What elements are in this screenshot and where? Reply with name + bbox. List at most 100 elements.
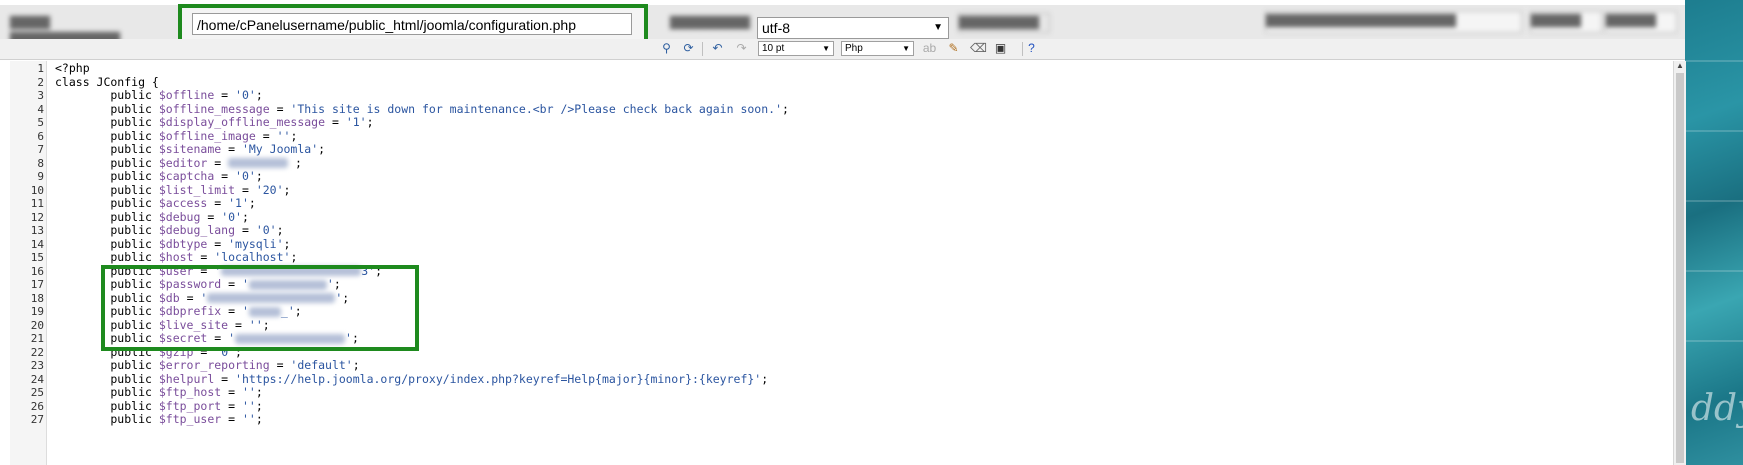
php-variable: $ftp_port — [158, 398, 222, 413]
brush-icon[interactable]: ✎ — [946, 41, 961, 56]
php-keyword: public — [55, 331, 159, 345]
php-variable: $dbtype — [158, 236, 208, 251]
php-string: 'mysqli' — [228, 236, 284, 251]
php-keyword: ; — [366, 115, 374, 129]
php-keyword: = — [207, 196, 229, 210]
php-string: '1' — [345, 115, 367, 129]
php-variable: $sitename — [158, 142, 222, 156]
save-changes-button[interactable]: ▇▇▇▇▇ — [1605, 11, 1677, 33]
encoding-select[interactable]: utf-8 ▼ — [757, 17, 949, 39]
php-variable: $user — [158, 263, 194, 278]
php-keyword: ; — [255, 412, 263, 426]
php-string: '1' — [228, 196, 249, 210]
php-variable: $editor — [158, 155, 208, 170]
php-variable: $offline — [158, 88, 215, 102]
php-keyword: ; — [290, 128, 298, 143]
php-keyword: = — [269, 101, 291, 116]
php-keyword: ; — [262, 317, 270, 332]
php-string: '0' — [235, 169, 256, 183]
chevron-down-icon: ▼ — [822, 44, 830, 53]
save-icon[interactable]: ▣ — [993, 41, 1008, 56]
php-keyword: ; — [283, 236, 291, 251]
php-keyword: public — [55, 101, 159, 116]
php-variable: $list_limit — [158, 182, 236, 197]
php-keyword: public — [55, 196, 159, 210]
php-string: '0' — [255, 223, 277, 237]
php-keyword: ; — [283, 182, 291, 197]
php-string: 'This site is down for maintenance.<br /… — [290, 101, 782, 116]
php-string: ' — [228, 331, 236, 345]
syntax-value: Php — [845, 43, 863, 54]
php-string: ' — [200, 290, 208, 305]
php-string: ' — [241, 304, 249, 318]
php-keyword: = — [207, 155, 229, 170]
file-path-field[interactable]: /home/cPanelusername/public_html/joomla/… — [192, 13, 632, 35]
php-keyword: = — [221, 398, 242, 413]
php-keyword: = — [214, 88, 236, 102]
refresh-icon[interactable]: ⟳ — [681, 41, 696, 56]
php-keyword: ; — [342, 290, 350, 305]
php-variable: $helpurl — [158, 371, 215, 386]
php-string: '' — [248, 317, 263, 332]
code-editor[interactable]: 1 <?php 2 class JConfig {3 public $offline … — [10, 61, 1673, 465]
php-keyword: ; — [255, 385, 263, 399]
php-keyword: ; — [782, 101, 789, 116]
php-variable: $ftp_host — [158, 385, 222, 399]
php-keyword: ; — [288, 155, 302, 170]
scroll-thumb[interactable] — [1676, 73, 1684, 463]
code-line[interactable]: 27 public $ftp_user = ''; — [10, 412, 1660, 427]
php-keyword: ; — [318, 142, 326, 156]
php-keyword: public — [55, 263, 159, 278]
scroll-up-icon[interactable]: ▲ — [1676, 61, 1684, 70]
php-keyword: = — [221, 412, 242, 426]
php-string: ' — [214, 263, 222, 278]
php-keyword: = — [269, 358, 291, 372]
php-keyword: = — [214, 169, 236, 183]
php-string: '0' — [221, 209, 242, 224]
php-variable: $dbprefix — [158, 304, 222, 318]
php-keyword: ; — [255, 398, 263, 413]
syntax-select[interactable]: Php ▼ — [841, 41, 914, 56]
encoding-label-blurred: ▇▇▇▇▇▇▇▇ — [670, 14, 750, 29]
binoculars-icon[interactable]: ⚲ — [659, 41, 674, 56]
php-variable: $secret — [158, 331, 208, 345]
disable-code-editor-button[interactable]: ▇▇▇▇▇▇▇▇▇▇▇▇▇▇▇▇▇▇▇ — [1265, 11, 1522, 33]
php-keyword: public — [55, 412, 159, 426]
font-size-select[interactable]: 10 pt ▼ — [758, 41, 834, 56]
help-icon[interactable]: ? — [1024, 41, 1039, 56]
php-keyword: public — [55, 169, 159, 183]
eraser-icon[interactable]: ⌫ — [970, 41, 987, 56]
php-keyword: ; — [290, 250, 298, 264]
redo-icon[interactable]: ↷ — [734, 41, 749, 56]
php-keyword: public — [55, 115, 159, 129]
undo-icon[interactable]: ↶ — [710, 41, 725, 56]
php-keyword: public — [55, 209, 159, 224]
php-variable: $access — [158, 196, 208, 210]
reopen-button-blurred[interactable]: ▇▇▇▇▇▇▇▇ — [958, 13, 1050, 33]
php-variable: $debug — [158, 209, 201, 224]
php-string: 3' — [361, 263, 376, 278]
line-number: 27 — [30, 413, 44, 426]
php-string: '0' — [214, 344, 236, 359]
php-keyword: ; — [276, 223, 284, 237]
chevron-down-icon: ▼ — [902, 44, 910, 53]
php-keyword: ; — [235, 344, 242, 359]
php-keyword: = — [235, 182, 256, 197]
php-variable: $debug_lang — [158, 223, 236, 237]
file-path-text: /home/cPanelusername/public_html/joomla/… — [197, 17, 576, 33]
redacted-value — [228, 158, 289, 168]
php-keyword: public — [55, 344, 159, 359]
background-wallpaper: ddy — [1685, 0, 1743, 465]
php-keyword: ; — [351, 331, 359, 345]
php-variable: $gzip — [158, 344, 194, 359]
font-size-value: 10 pt — [762, 43, 785, 54]
close-button[interactable]: ▇▇▇▇▇ — [1530, 11, 1602, 33]
chevron-down-icon: ▼ — [933, 22, 943, 33]
vertical-scrollbar[interactable]: ▲ — [1673, 61, 1686, 465]
spellcheck-icon[interactable]: ab — [922, 41, 937, 56]
php-string: '' — [241, 398, 256, 413]
php-keyword: ; — [352, 358, 360, 372]
php-keyword: ; — [375, 263, 382, 278]
php-keyword: public — [55, 128, 159, 143]
php-keyword: = — [221, 277, 242, 291]
